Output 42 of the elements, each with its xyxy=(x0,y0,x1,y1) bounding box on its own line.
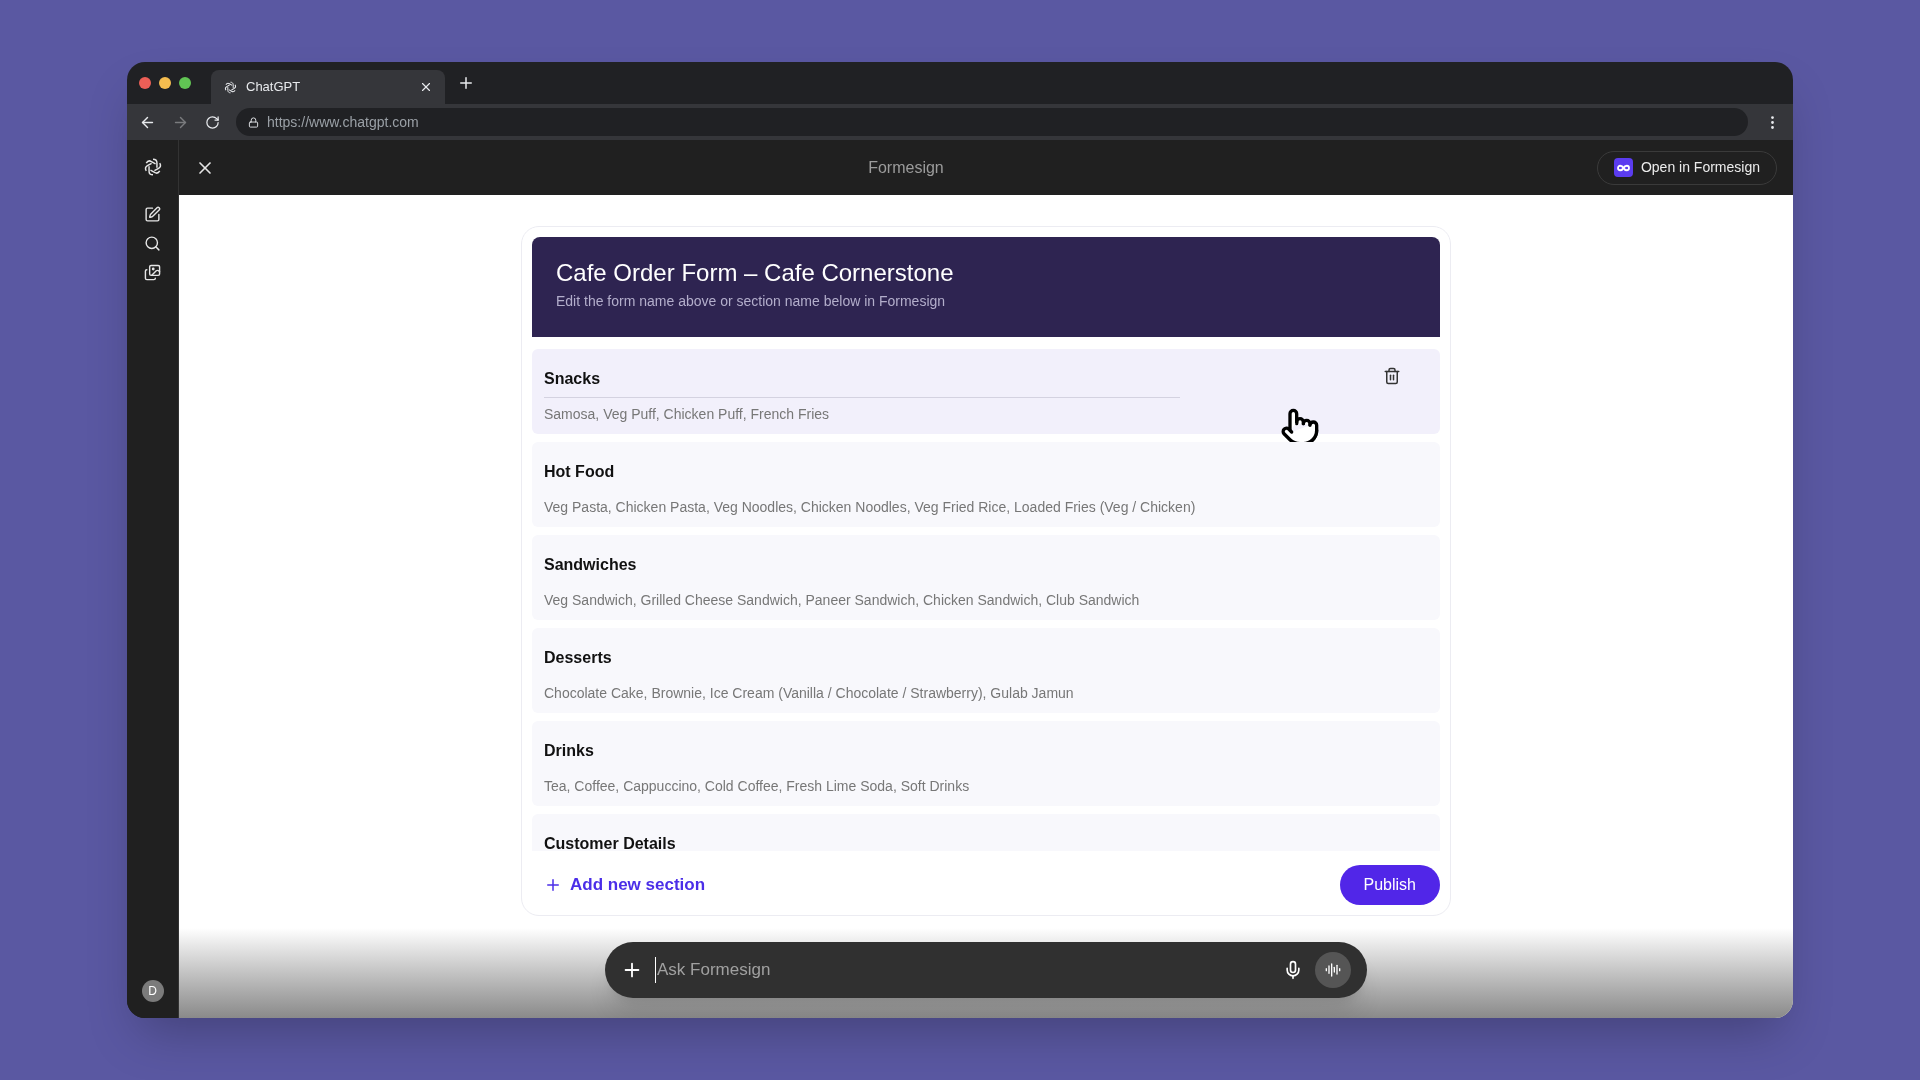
placeholder-text: Ask Formesign xyxy=(655,957,771,983)
user-avatar[interactable]: D xyxy=(141,980,164,1002)
plus-icon xyxy=(544,876,562,894)
audio-wave-icon xyxy=(1325,962,1341,978)
form-section[interactable]: Sandwiches Veg Sandwich, Grilled Cheese Sandwich, Paneer Sandwich, Chicken Sandwich, Club Sandwich xyxy=(532,535,1440,620)
form-section[interactable]: Desserts Chocolate Cake, Brownie, Ice Cream (Vanilla / Chocolate / Strawberry), Gulab Jamun xyxy=(532,628,1440,713)
form-title: Cafe Order Form – Cafe Cornerstone xyxy=(556,261,955,285)
ask-field[interactable]: Ask Formesign xyxy=(605,942,1367,998)
reload-icon[interactable] xyxy=(205,114,220,130)
section-title: Snacks xyxy=(544,367,1180,398)
delete-icon[interactable] xyxy=(1383,367,1401,385)
browser-tab[interactable]: ChatGPT xyxy=(211,70,445,104)
app-title: Formesign xyxy=(868,157,944,178)
section-title: Hot Food xyxy=(544,462,616,482)
form-section[interactable]: Drinks Tea, Coffee, Cappuccino, Cold Coffee, Fresh Lime Soda, Soft Drinks xyxy=(532,721,1440,806)
lock-icon xyxy=(248,116,259,128)
url-text: https://www.chatgpt.com xyxy=(267,112,419,132)
form-section[interactable]: Customer Details xyxy=(532,814,1440,851)
section-title: Sandwiches xyxy=(544,555,638,575)
section-title: Drinks xyxy=(544,741,595,761)
section-items: Chocolate Cake, Brownie, Ice Cream (Vanilla / Chocolate / Strawberry), Gulab Jamun xyxy=(544,684,1074,703)
close-tab-icon[interactable] xyxy=(419,80,433,94)
section-items: Tea, Coffee, Cappuccino, Cold Coffee, Fresh Lime Soda, Soft Drinks xyxy=(544,777,970,796)
form-subtitle: Edit the form name above or section name below in Formesign xyxy=(556,292,947,311)
section-items: Samosa, Veg Puff, Chicken Puff, French Fries xyxy=(544,405,830,424)
publish-button[interactable]: Publish xyxy=(1339,865,1440,905)
section-title: Desserts xyxy=(544,648,613,668)
images-icon[interactable] xyxy=(144,264,161,281)
voice-mode-button[interactable] xyxy=(1315,952,1351,988)
form-section[interactable]: Hot Food Veg Pasta, Chicken Pasta, Veg Noodles, Chicken Noodles, Veg Fried Rice, Loaded Fries (Veg / Chicken) xyxy=(532,442,1440,527)
search-icon[interactable] xyxy=(144,235,161,252)
formesign-logo-icon xyxy=(1613,158,1633,177)
section-items: Veg Sandwich, Grilled Cheese Sandwich, Paneer Sandwich, Chicken Sandwich, Club Sandwich xyxy=(544,591,1140,610)
section-items: Veg Pasta, Chicken Pasta, Veg Noodles, Chicken Noodles, Veg Fried Rice, Loaded Fries (Veg / Chicken) xyxy=(544,498,1196,517)
app-logo-icon xyxy=(223,79,238,95)
tab-title: ChatGPT xyxy=(246,78,302,97)
add-new-section-button[interactable]: Add new section xyxy=(544,872,706,898)
section-title: Customer Details xyxy=(544,834,677,851)
new-tab-icon[interactable] xyxy=(457,74,475,92)
new-chat-icon[interactable] xyxy=(144,206,161,223)
microphone-icon[interactable] xyxy=(1283,960,1303,980)
address-bar[interactable]: https://www.chatgpt.com xyxy=(236,108,1748,136)
